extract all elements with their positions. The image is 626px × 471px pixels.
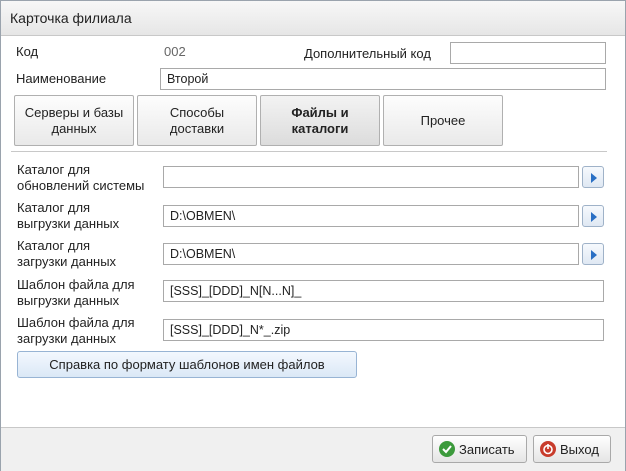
tab-label: каталоги bbox=[291, 120, 349, 136]
tab-label: Прочее bbox=[420, 112, 466, 128]
extra-code-input[interactable] bbox=[450, 42, 606, 64]
import-template-input[interactable]: [SSS]_[DDD]_N*_.zip bbox=[163, 319, 604, 341]
update-dir-input[interactable] bbox=[163, 166, 579, 188]
export-template-input[interactable]: [SSS]_[DDD]_N[N...N]_ bbox=[163, 280, 604, 302]
file-template-help-button[interactable]: Справка по формату шаблонов имен файлов bbox=[17, 351, 357, 378]
tab-servers-databases[interactable]: Серверы и базы данных bbox=[14, 95, 134, 146]
arrow-right-icon bbox=[591, 173, 597, 183]
tab-label: Способы bbox=[169, 104, 225, 120]
tab-label: Файлы и bbox=[291, 104, 349, 120]
update-dir-browse-button[interactable] bbox=[582, 166, 604, 188]
update-dir-label: Каталог для обновлений системы bbox=[17, 162, 145, 193]
extra-code-label: Дополнительный код bbox=[304, 46, 431, 61]
footer-bar bbox=[1, 427, 625, 471]
name-label: Наименование bbox=[16, 71, 107, 86]
code-value: 002 bbox=[164, 44, 186, 59]
exit-button-label: Выход bbox=[560, 442, 599, 457]
import-template-label: Шаблон файла для загрузки данных bbox=[17, 315, 135, 346]
import-dir-label: Каталог для загрузки данных bbox=[17, 238, 117, 269]
save-button-label: Записать bbox=[459, 442, 515, 457]
export-dir-label: Каталог для выгрузки данных bbox=[17, 200, 120, 231]
tab-label: доставки bbox=[169, 120, 225, 136]
arrow-right-icon bbox=[591, 250, 597, 260]
branch-card-window: Карточка филиала Код 002 Дополнительный … bbox=[0, 0, 626, 471]
tab-files-directories[interactable]: Файлы и каталоги bbox=[260, 95, 380, 146]
export-dir-input[interactable]: D:\OBMEN\ bbox=[163, 205, 579, 227]
window-title: Карточка филиала bbox=[10, 10, 132, 26]
tab-label: данных bbox=[51, 120, 97, 136]
power-icon bbox=[540, 441, 556, 457]
export-template-label: Шаблон файла для выгрузки данных bbox=[17, 277, 135, 308]
export-dir-browse-button[interactable] bbox=[582, 205, 604, 227]
import-dir-input[interactable]: D:\OBMEN\ bbox=[163, 243, 579, 265]
divider bbox=[11, 151, 607, 152]
name-input[interactable]: Второй bbox=[160, 68, 606, 90]
arrow-right-icon bbox=[591, 212, 597, 222]
tab-other[interactable]: Прочее bbox=[383, 95, 503, 146]
save-button[interactable]: Записать bbox=[432, 435, 527, 463]
import-dir-browse-button[interactable] bbox=[582, 243, 604, 265]
check-icon bbox=[439, 441, 455, 457]
titlebar: Карточка филиала bbox=[1, 1, 625, 36]
code-label: Код bbox=[16, 44, 39, 59]
exit-button[interactable]: Выход bbox=[533, 435, 611, 463]
tab-label: Серверы и базы bbox=[24, 104, 124, 120]
tab-delivery-methods[interactable]: Способы доставки bbox=[137, 95, 257, 146]
